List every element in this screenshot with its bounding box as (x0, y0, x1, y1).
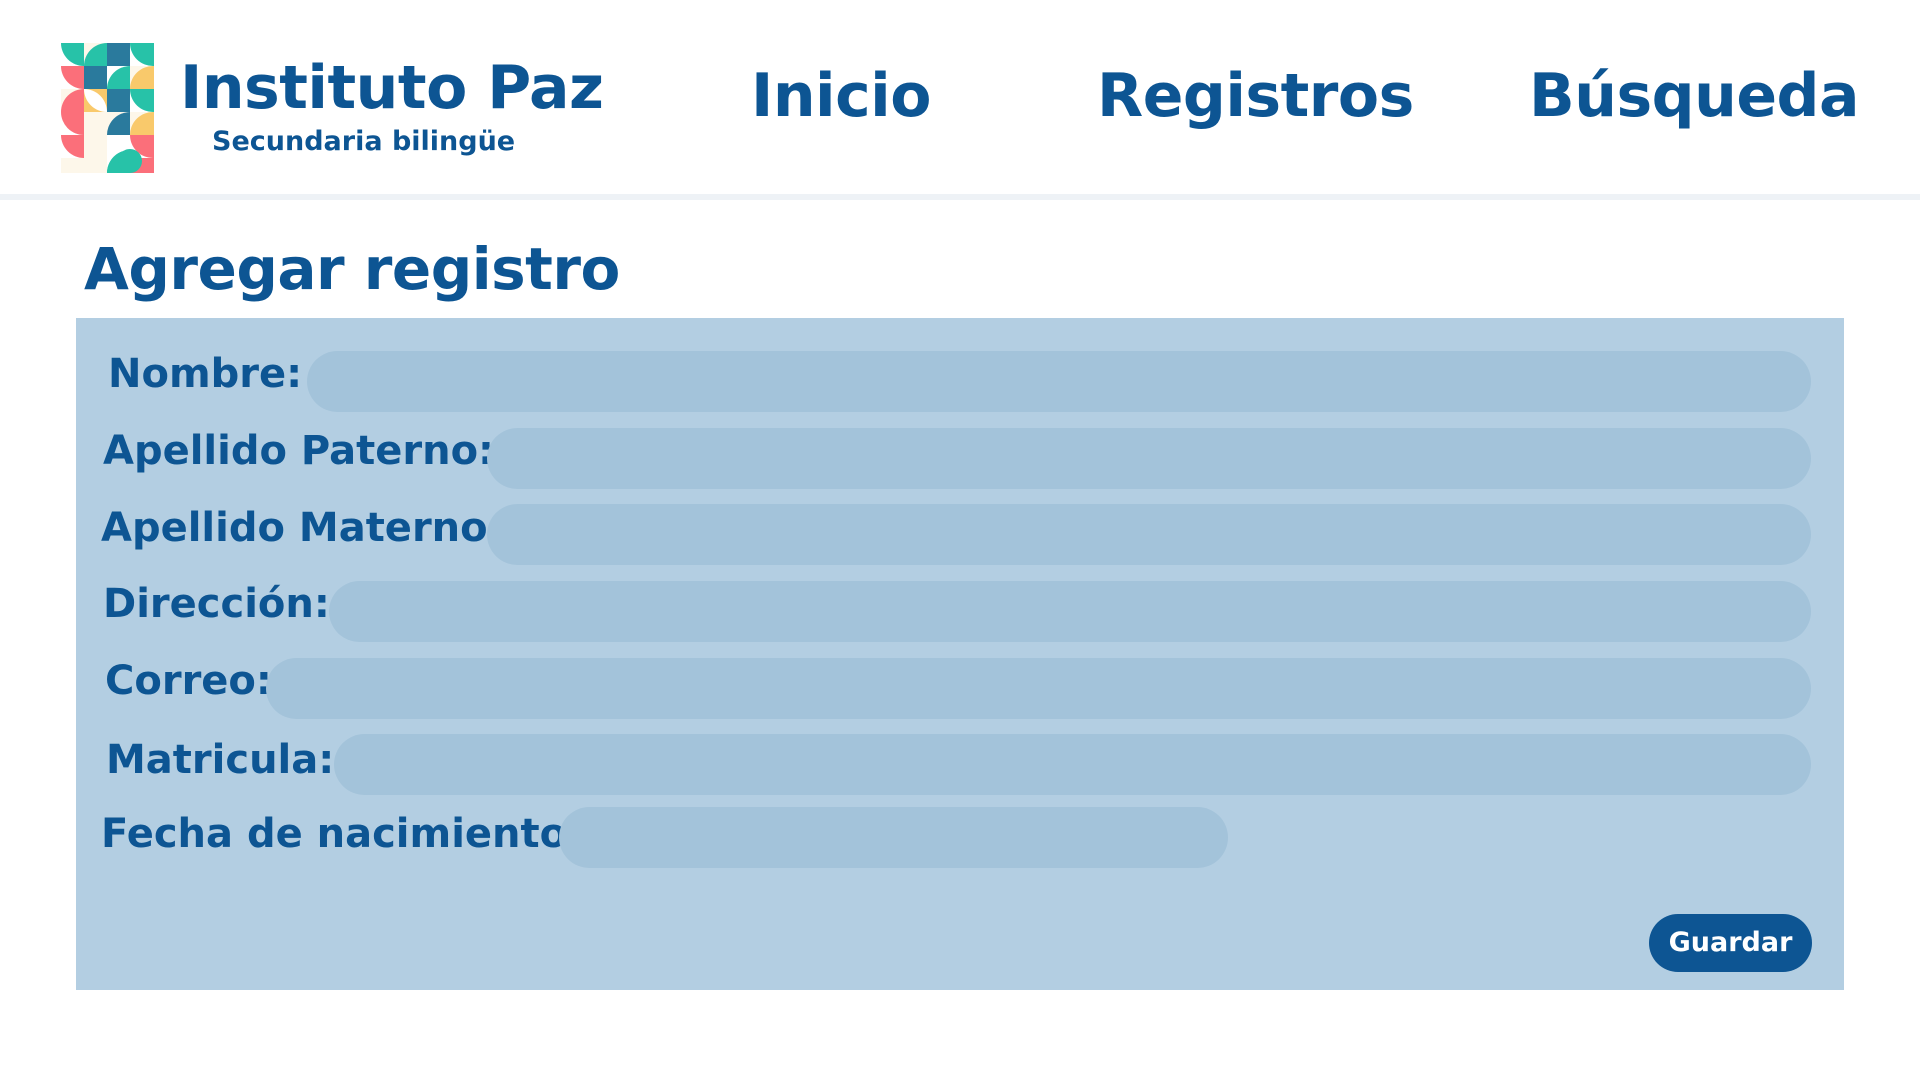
nombre-input[interactable] (307, 351, 1811, 412)
nombre-label: Nombre: (108, 351, 303, 397)
add-record-form: Nombre: Apellido Paterno: Apellido Mater… (76, 318, 1844, 990)
matricula-label: Matricula: (106, 737, 335, 783)
direccion-input[interactable] (329, 581, 1811, 642)
direccion-label: Dirección: (103, 581, 330, 627)
brand-name: Instituto Paz (180, 53, 604, 123)
correo-label: Correo: (105, 658, 272, 704)
brand-subtitle: Secundaria bilingüe (212, 126, 516, 157)
nav-item-registros[interactable]: Registros (1097, 66, 1414, 126)
save-button[interactable]: Guardar (1649, 914, 1812, 972)
geometric-mosaic-logo-icon (61, 43, 154, 173)
fecha-nacimiento-label: Fecha de nacimiento: (101, 811, 584, 857)
correo-input[interactable] (266, 658, 1811, 719)
apellido-materno-label: Apellido Materno: (101, 505, 504, 551)
page-title: Agregar registro (84, 235, 620, 303)
matricula-input[interactable] (334, 734, 1811, 795)
fecha-nacimiento-input[interactable] (559, 807, 1228, 868)
nav-item-busqueda[interactable]: Búsqueda (1529, 66, 1859, 126)
apellido-paterno-label: Apellido Paterno: (103, 428, 495, 474)
apellido-paterno-input[interactable] (487, 428, 1811, 489)
header: Instituto Paz Secundaria bilingüe Inicio… (0, 0, 1920, 200)
nav-item-inicio[interactable]: Inicio (751, 66, 931, 126)
apellido-materno-input[interactable] (487, 504, 1811, 565)
